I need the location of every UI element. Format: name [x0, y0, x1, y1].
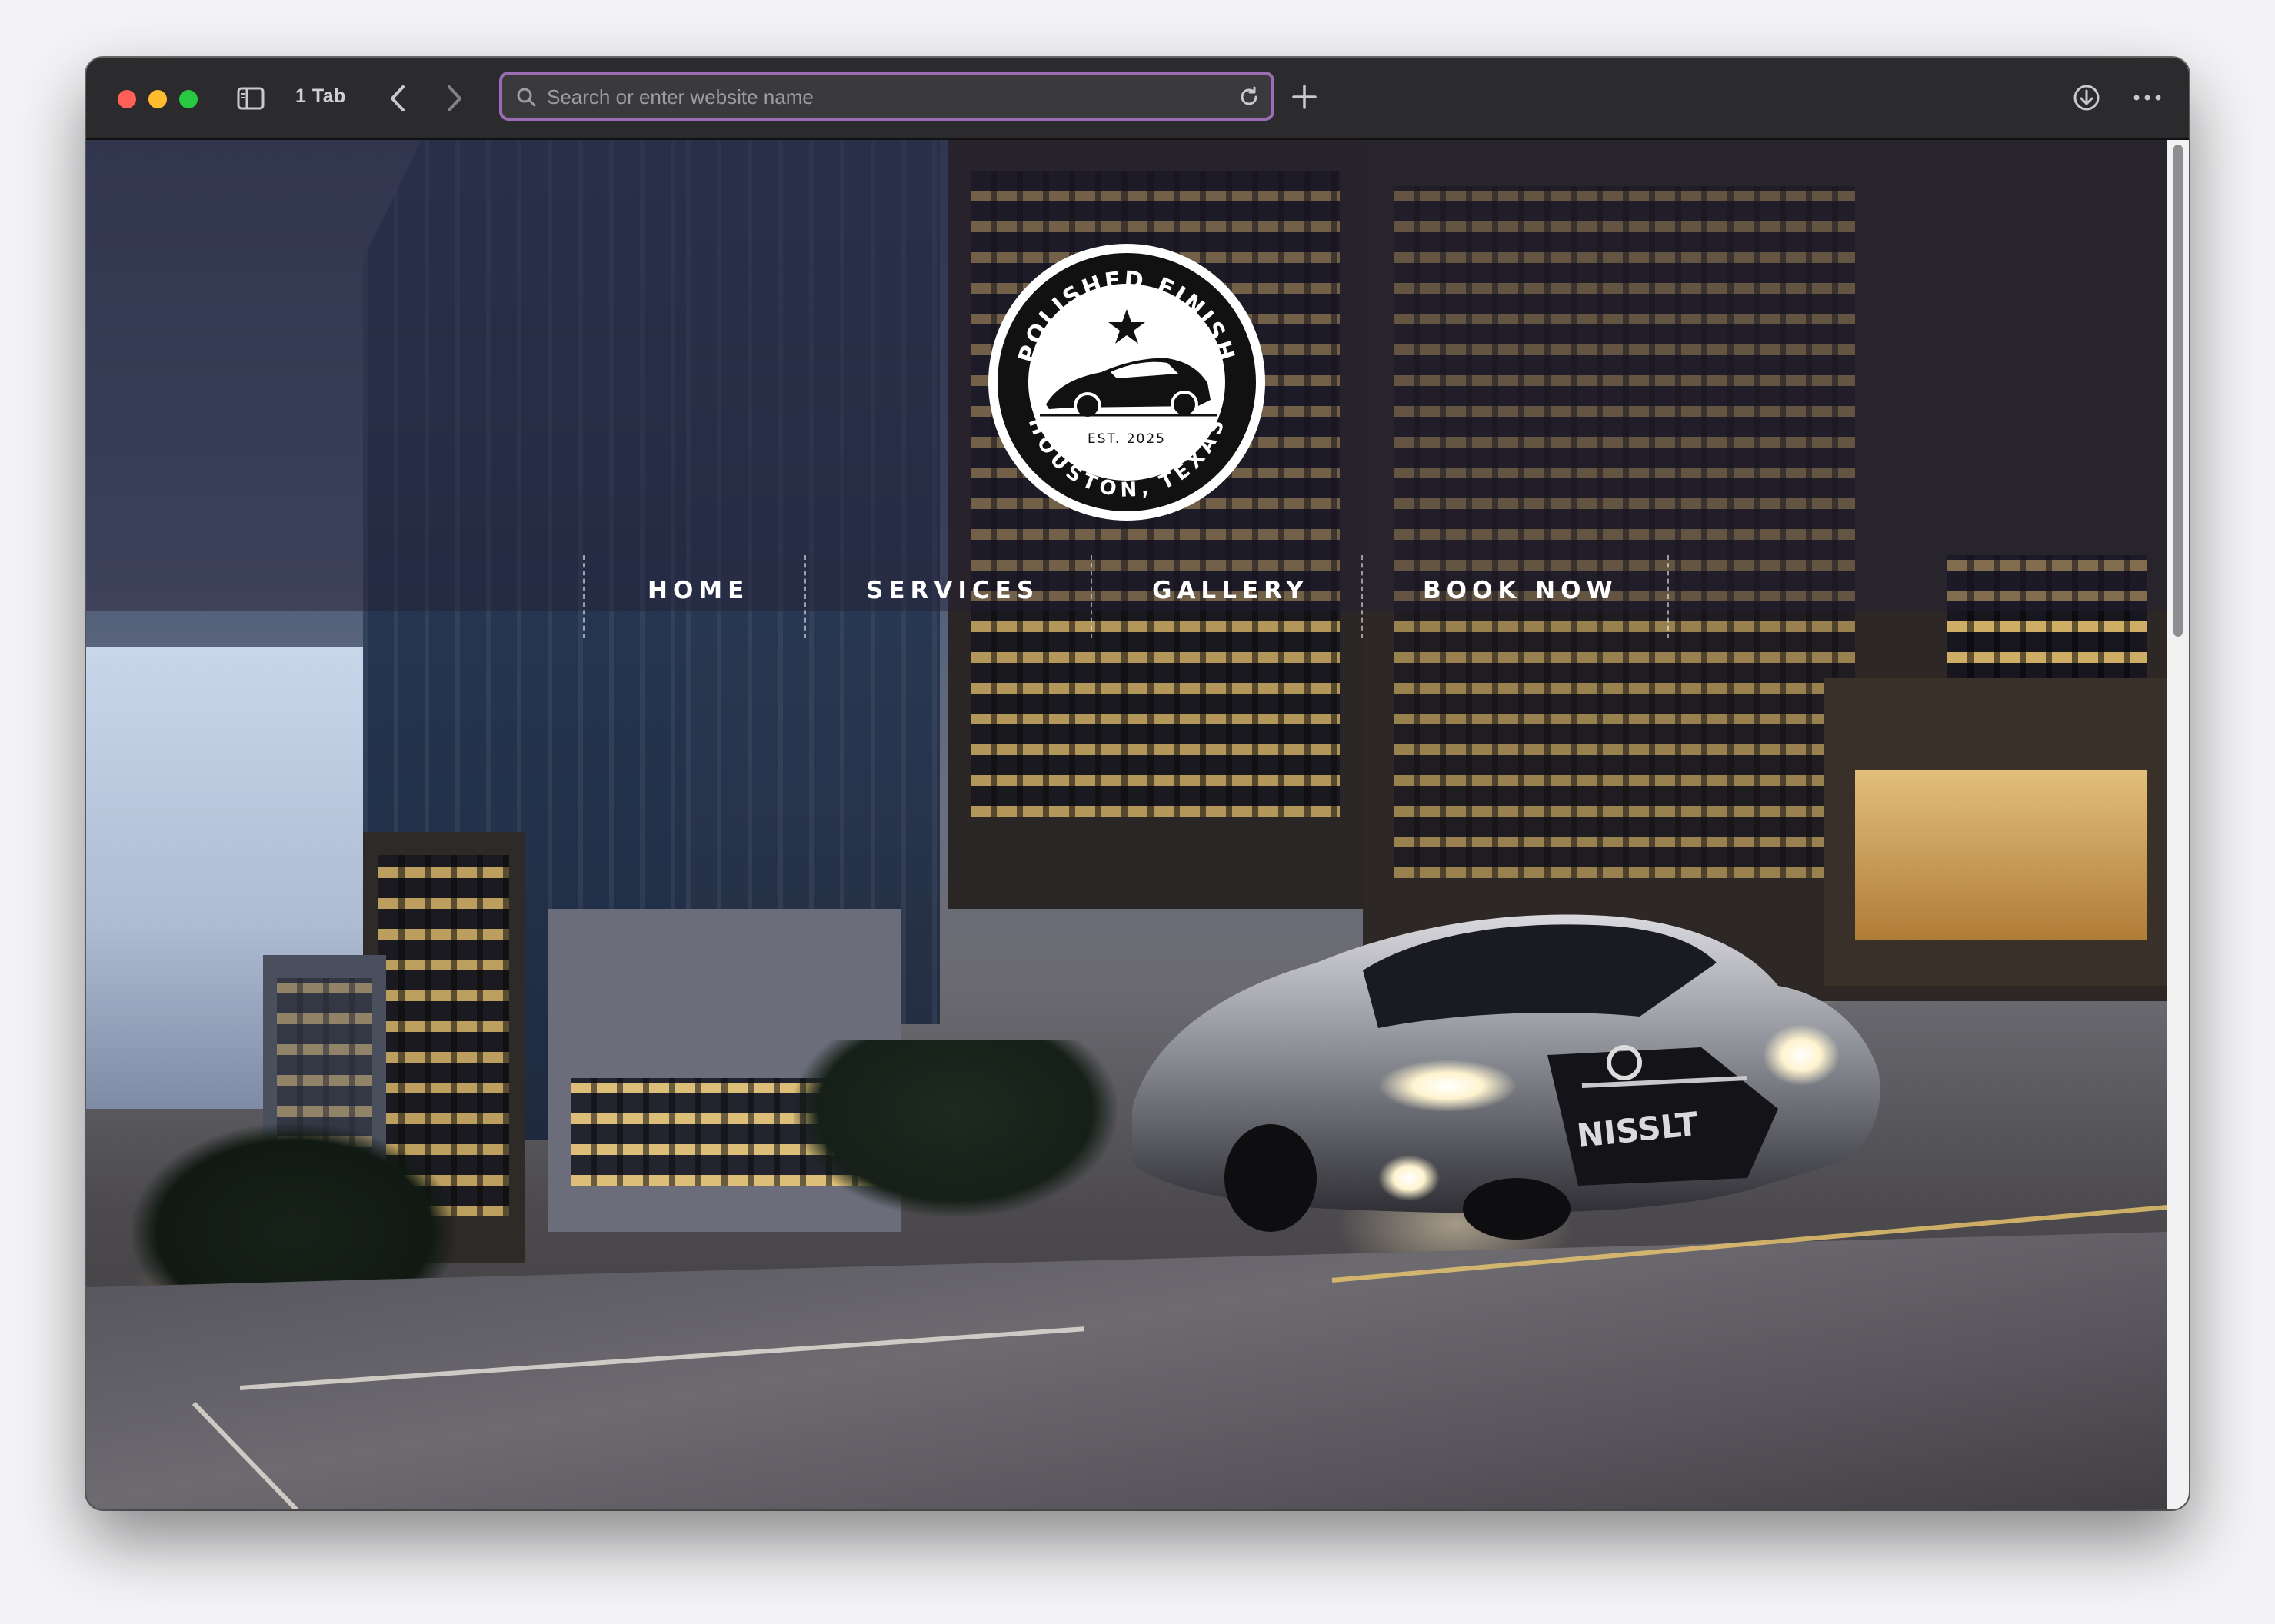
address-input[interactable]: [545, 81, 1210, 113]
download-icon[interactable]: [2072, 83, 2101, 112]
trees: [794, 1040, 1117, 1216]
nav-link-home[interactable]: HOME: [648, 577, 749, 604]
logo-est-text: EST. 2025: [1088, 431, 1166, 447]
polished-finish-logo[interactable]: POLISHED FINISH HOUSTON, TEXAS EST. 2025: [986, 241, 1267, 523]
browser-window: 1 Tab Search or enter website name NISSL…: [86, 58, 2189, 1509]
address-bar[interactable]: [499, 72, 1274, 121]
reload-icon[interactable]: [1237, 85, 1261, 108]
sidebar-toggle-icon[interactable]: [237, 87, 265, 110]
search-icon: [517, 88, 536, 107]
chevron-left-icon[interactable]: [386, 84, 409, 113]
nav-divider: [1361, 555, 1363, 638]
chevron-right-icon[interactable]: [443, 84, 466, 113]
tab-count-label[interactable]: 1 Tab: [295, 85, 346, 108]
page-scrollbar[interactable]: [2167, 140, 2189, 1509]
window-close-button[interactable]: [118, 90, 136, 108]
nav-divider: [1667, 555, 1669, 638]
scrollbar-thumb[interactable]: [2173, 145, 2183, 637]
nav-link-services[interactable]: SERVICES: [866, 577, 1039, 604]
more-icon[interactable]: [2132, 88, 2163, 107]
window-maximize-button[interactable]: [179, 90, 198, 108]
browser-toolbar: 1 Tab: [86, 58, 2189, 140]
nav-link-book-now[interactable]: BOOK NOW: [1423, 577, 1618, 604]
page-viewport: NISSLT POLISHED FINISH HOUSTON, TEXAS ES…: [86, 140, 2167, 1509]
nav-divider: [583, 555, 585, 638]
sports-car-image: NISSLT: [1132, 914, 1880, 1240]
nav-divider: [1091, 555, 1092, 638]
plus-icon[interactable]: [1290, 82, 1319, 111]
nav-divider: [804, 555, 806, 638]
window-minimize-button[interactable]: [148, 90, 167, 108]
nav-link-gallery[interactable]: GALLERY: [1152, 577, 1309, 604]
